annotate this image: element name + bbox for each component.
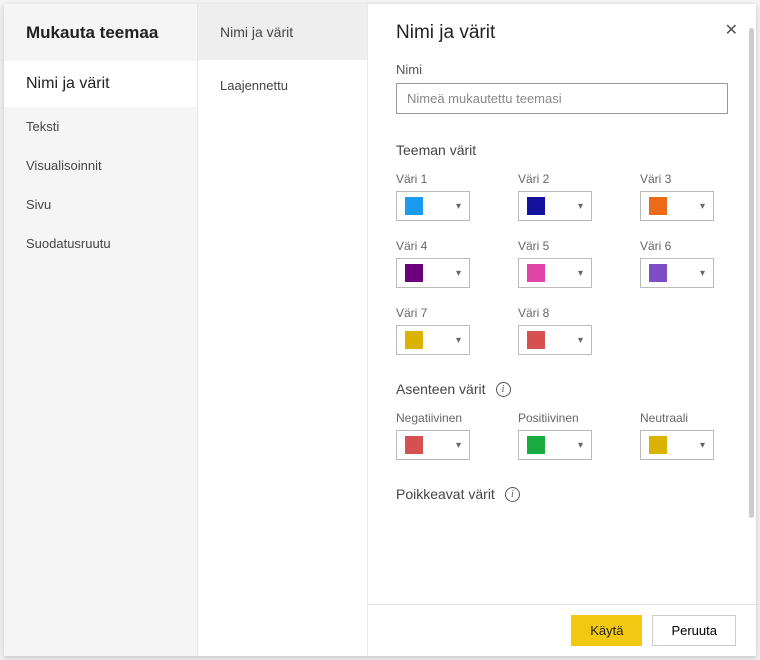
chevron-down-icon: ▾ bbox=[578, 440, 583, 451]
nav-item-name-colors[interactable]: Nimi ja värit bbox=[4, 61, 197, 107]
color-swatch bbox=[405, 331, 423, 349]
chevron-down-icon: ▾ bbox=[456, 268, 461, 279]
color-swatch bbox=[527, 331, 545, 349]
panel-title: Nimi ja värit bbox=[396, 22, 728, 44]
color-label: Väri 4 bbox=[396, 239, 484, 253]
color-picker-3[interactable]: ▾ bbox=[640, 191, 714, 221]
chevron-down-icon: ▾ bbox=[456, 440, 461, 451]
color-label: Positiivinen bbox=[518, 411, 606, 425]
color-swatch bbox=[649, 264, 667, 282]
divergent-label: Poikkeavat värit bbox=[396, 486, 495, 502]
chevron-down-icon: ▾ bbox=[578, 268, 583, 279]
chevron-down-icon: ▾ bbox=[456, 201, 461, 212]
color-picker-4[interactable]: ▾ bbox=[396, 258, 470, 288]
dialog-title: Mukauta teemaa bbox=[4, 4, 197, 61]
sentiment-label: Asenteen värit bbox=[396, 381, 486, 397]
chevron-down-icon: ▾ bbox=[578, 335, 583, 346]
color-picker-neutral[interactable]: ▾ bbox=[640, 430, 714, 460]
color-picker-8[interactable]: ▾ bbox=[518, 325, 592, 355]
nav-item-text[interactable]: Teksti bbox=[4, 107, 197, 146]
color-cell-4: Väri 4 ▾ bbox=[396, 239, 484, 288]
color-swatch bbox=[527, 197, 545, 215]
theme-colors-heading: Teeman värit bbox=[396, 142, 728, 158]
color-label: Väri 6 bbox=[640, 239, 728, 253]
close-button[interactable]: ✕ bbox=[725, 20, 738, 40]
info-icon[interactable]: i bbox=[505, 487, 520, 502]
color-label: Väri 1 bbox=[396, 172, 484, 186]
color-swatch bbox=[405, 264, 423, 282]
chevron-down-icon: ▾ bbox=[700, 268, 705, 279]
sentiment-neutral-cell: Neutraali ▾ bbox=[640, 411, 728, 460]
chevron-down-icon: ▾ bbox=[456, 335, 461, 346]
info-icon[interactable]: i bbox=[496, 382, 511, 397]
color-picker-negative[interactable]: ▾ bbox=[396, 430, 470, 460]
color-picker-7[interactable]: ▾ bbox=[396, 325, 470, 355]
apply-button[interactable]: Käytä bbox=[571, 615, 642, 646]
color-cell-3: Väri 3 ▾ bbox=[640, 172, 728, 221]
dialog-footer: Käytä Peruuta bbox=[368, 604, 756, 656]
chevron-down-icon: ▾ bbox=[578, 201, 583, 212]
color-swatch bbox=[527, 436, 545, 454]
color-picker-1[interactable]: ▾ bbox=[396, 191, 470, 221]
divergent-colors-heading: Poikkeavat värit i bbox=[396, 486, 728, 502]
color-label: Väri 3 bbox=[640, 172, 728, 186]
color-swatch bbox=[527, 264, 545, 282]
subnav-item-advanced[interactable]: Laajennettu bbox=[198, 60, 367, 111]
sentiment-negative-cell: Negatiivinen ▾ bbox=[396, 411, 484, 460]
color-label: Väri 7 bbox=[396, 306, 484, 320]
theme-colors-grid: Väri 1 ▾ Väri 2 ▾ Väri 3 ▾ bbox=[396, 172, 728, 355]
close-icon: ✕ bbox=[725, 22, 738, 39]
color-cell-6: Väri 6 ▾ bbox=[640, 239, 728, 288]
color-swatch bbox=[405, 197, 423, 215]
theme-colors-label: Teeman värit bbox=[396, 142, 476, 158]
nav-item-filter-pane[interactable]: Suodatusruutu bbox=[4, 224, 197, 263]
chevron-down-icon: ▾ bbox=[700, 440, 705, 451]
subnav-item-name-colors[interactable]: Nimi ja värit bbox=[198, 4, 367, 60]
nav-item-page[interactable]: Sivu bbox=[4, 185, 197, 224]
primary-nav: Mukauta teemaa Nimi ja värit Teksti Visu… bbox=[4, 4, 198, 656]
theme-name-input[interactable] bbox=[396, 83, 728, 114]
secondary-nav: Nimi ja värit Laajennettu bbox=[198, 4, 368, 656]
chevron-down-icon: ▾ bbox=[700, 201, 705, 212]
main-panel: ✕ Nimi ja värit Nimi Teeman värit Väri 1… bbox=[368, 4, 756, 656]
color-swatch bbox=[649, 436, 667, 454]
color-picker-6[interactable]: ▾ bbox=[640, 258, 714, 288]
color-swatch bbox=[649, 197, 667, 215]
color-picker-positive[interactable]: ▾ bbox=[518, 430, 592, 460]
sentiment-colors-grid: Negatiivinen ▾ Positiivinen ▾ Neutraali … bbox=[396, 411, 728, 460]
cancel-button[interactable]: Peruuta bbox=[652, 615, 736, 646]
customize-theme-dialog: Mukauta teemaa Nimi ja värit Teksti Visu… bbox=[4, 4, 756, 656]
color-cell-2: Väri 2 ▾ bbox=[518, 172, 606, 221]
color-label: Neutraali bbox=[640, 411, 728, 425]
color-cell-8: Väri 8 ▾ bbox=[518, 306, 606, 355]
color-picker-2[interactable]: ▾ bbox=[518, 191, 592, 221]
color-cell-7: Väri 7 ▾ bbox=[396, 306, 484, 355]
color-label: Negatiivinen bbox=[396, 411, 484, 425]
nav-item-visuals[interactable]: Visualisoinnit bbox=[4, 146, 197, 185]
name-label: Nimi bbox=[396, 62, 728, 77]
color-label: Väri 5 bbox=[518, 239, 606, 253]
color-label: Väri 2 bbox=[518, 172, 606, 186]
sentiment-colors-heading: Asenteen värit i bbox=[396, 381, 728, 397]
sentiment-positive-cell: Positiivinen ▾ bbox=[518, 411, 606, 460]
color-swatch bbox=[405, 436, 423, 454]
color-cell-5: Väri 5 ▾ bbox=[518, 239, 606, 288]
color-picker-5[interactable]: ▾ bbox=[518, 258, 592, 288]
color-label: Väri 8 bbox=[518, 306, 606, 320]
scrollbar[interactable] bbox=[749, 28, 754, 518]
color-cell-1: Väri 1 ▾ bbox=[396, 172, 484, 221]
